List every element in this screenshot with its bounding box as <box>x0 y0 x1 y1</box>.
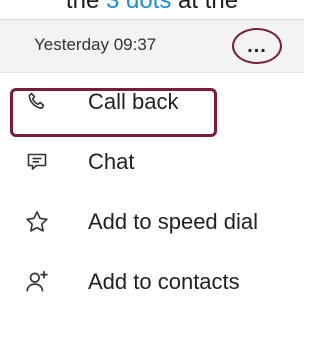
menu-item-label: Call back <box>88 89 179 114</box>
call-timestamp: Yesterday 09:37 <box>34 35 157 54</box>
phone-icon <box>24 89 50 115</box>
call-entry-header: Yesterday 09:37 ... <box>0 20 304 73</box>
menu-item-label: Add to contacts <box>88 269 240 294</box>
menu-item-add-to-contacts[interactable]: Add to contacts <box>0 252 304 312</box>
caption-suffix: at the <box>171 0 239 14</box>
chat-icon <box>24 149 50 175</box>
add-contact-icon <box>24 269 50 295</box>
more-options-button[interactable]: ... <box>232 28 282 64</box>
menu-item-label: Chat <box>88 149 135 174</box>
call-history-panel: Yesterday 09:37 ... Call back Chat Add t… <box>0 19 304 350</box>
menu-item-add-to-speed-dial[interactable]: Add to speed dial <box>0 192 304 252</box>
menu-item-call-back[interactable]: Call back <box>0 72 304 132</box>
menu-item-label: Add to speed dial <box>88 209 259 234</box>
context-menu: Call back Chat Add to speed dial Add to … <box>0 72 304 312</box>
menu-item-chat[interactable]: Chat <box>0 132 304 192</box>
caption-link: 3 dots <box>105 0 172 14</box>
star-icon <box>24 209 50 235</box>
instruction-caption: the 3 dots at the <box>0 0 304 15</box>
caption-prefix: the <box>65 0 106 14</box>
